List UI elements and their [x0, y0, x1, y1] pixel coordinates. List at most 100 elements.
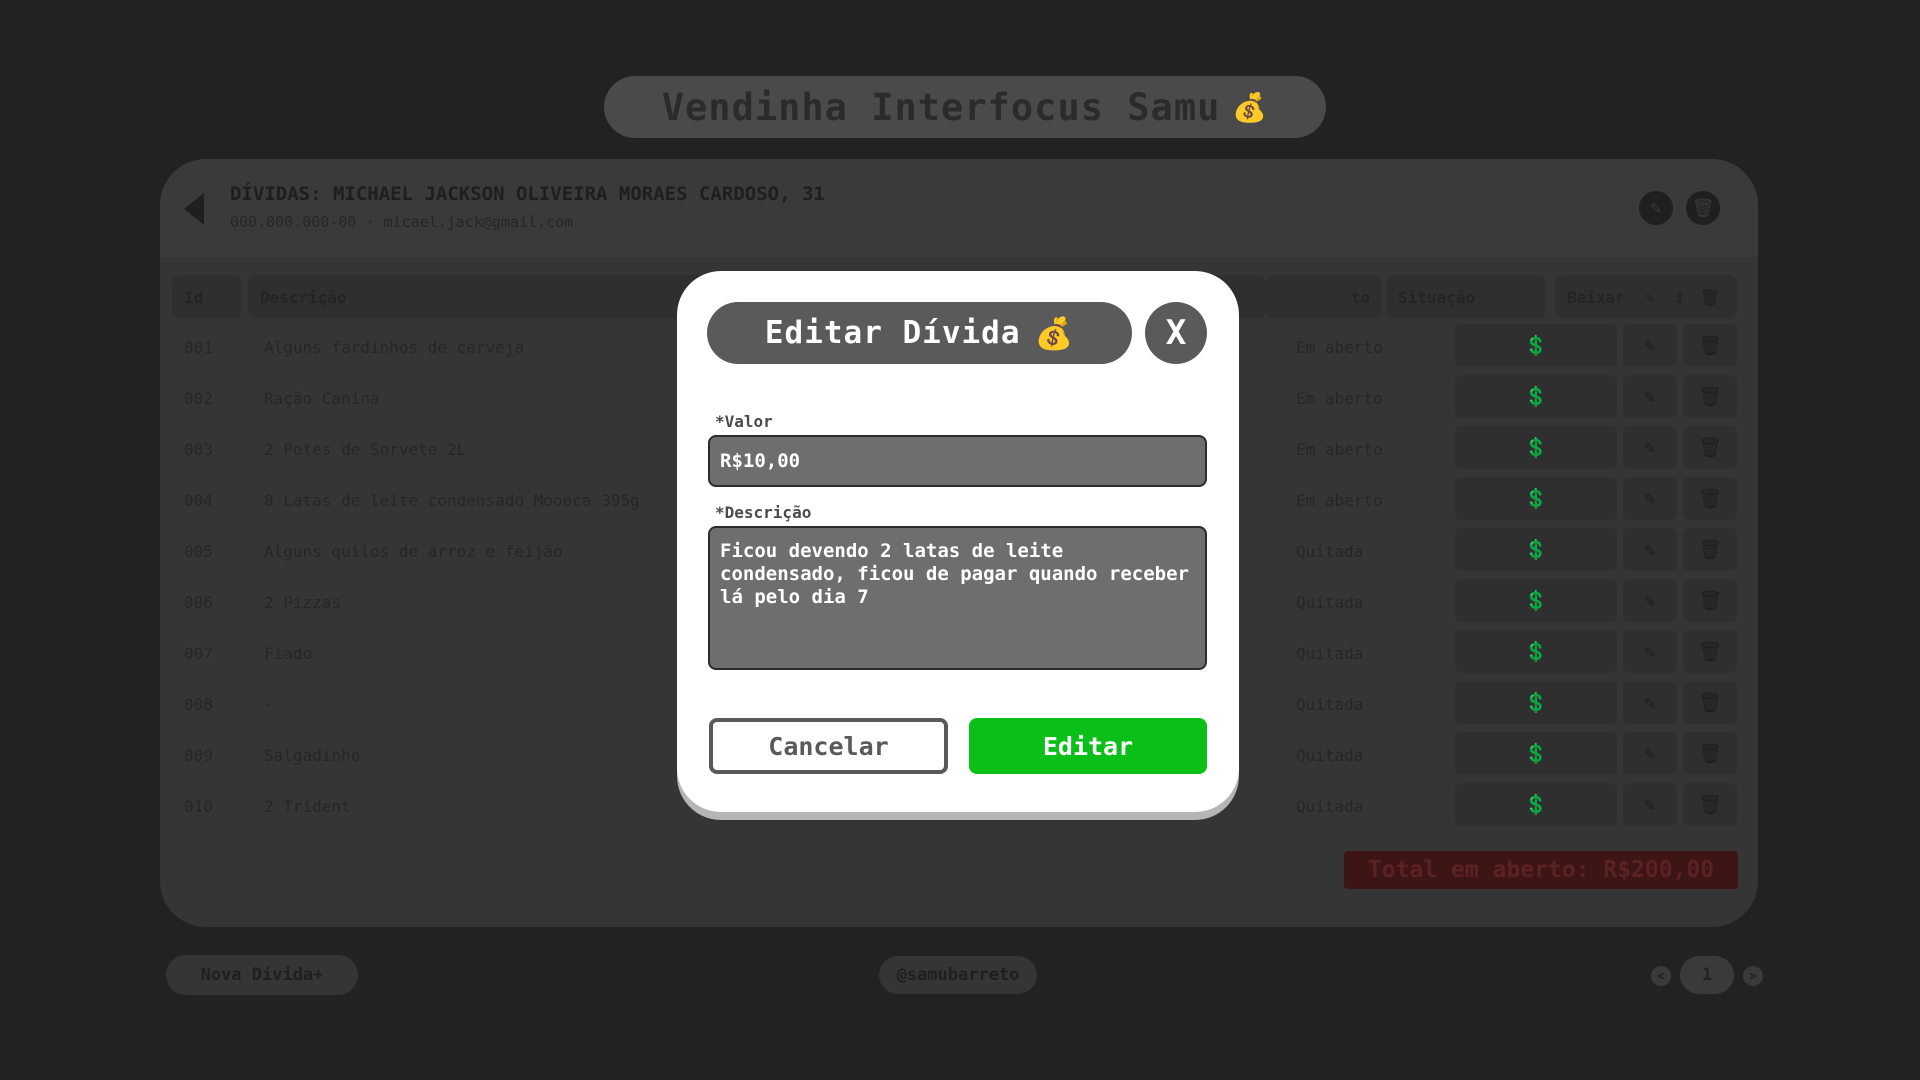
pencil-icon: ✎ [1645, 287, 1655, 307]
row-situacao: Quitada [1296, 593, 1364, 612]
pencil-icon: ✎ [1644, 691, 1656, 714]
header-situacao: Situação [1386, 275, 1546, 319]
descricao-textarea[interactable] [708, 526, 1207, 670]
pencil-icon: ✎ [1644, 538, 1656, 561]
prev-page-button[interactable]: < [1651, 966, 1671, 986]
row-id: 010 [184, 797, 213, 816]
pencil-icon: ✎ [1650, 197, 1662, 219]
delete-debt-button[interactable]: 🗑 [1683, 681, 1737, 724]
author-link[interactable]: @samubarreto [879, 956, 1037, 994]
delete-debt-button[interactable]: 🗑 [1683, 375, 1737, 418]
row-descricao: Salgadinho [264, 746, 361, 765]
app-title: Vendinha Interfocus Samu 💰 [604, 76, 1326, 138]
pay-debt-button[interactable]: 💲 [1455, 528, 1617, 571]
current-page: 1 [1680, 956, 1734, 994]
money-hand-icon: 💲 [1524, 488, 1548, 510]
header-delete: 🗑 [1683, 275, 1737, 319]
row-id: 002 [184, 389, 213, 408]
edit-debt-button[interactable]: ✎ [1623, 681, 1677, 724]
edit-client-button[interactable]: ✎ [1639, 191, 1673, 225]
row-descricao: Alguns quilos de arroz e feijão [264, 542, 563, 561]
edit-debt-button[interactable]: ✎ [1623, 477, 1677, 520]
cancel-button[interactable]: Cancelar [709, 718, 948, 774]
delete-client-button[interactable]: 🗑 [1686, 191, 1720, 225]
pay-debt-button[interactable]: 💲 [1455, 477, 1617, 520]
app-title-text: Vendinha Interfocus Samu [661, 85, 1221, 129]
row-situacao: Quitada [1296, 746, 1364, 765]
delete-debt-button[interactable]: 🗑 [1683, 426, 1737, 469]
new-debt-button[interactable]: Nova Dívida+ [166, 955, 358, 995]
valor-input[interactable] [708, 435, 1207, 487]
row-situacao: Quitada [1296, 644, 1364, 663]
pay-debt-button[interactable]: 💲 [1455, 579, 1617, 622]
trash-icon: 🗑 [1697, 743, 1723, 765]
pencil-icon: ✎ [1644, 742, 1656, 765]
row-id: 005 [184, 542, 213, 561]
row-descricao: 8 Latas de leite condensado Moooca 395g [264, 491, 640, 510]
trash-icon: 🗑 [1697, 437, 1723, 459]
pay-debt-button[interactable]: 💲 [1455, 630, 1617, 673]
edit-debt-button[interactable]: ✎ [1623, 630, 1677, 673]
edit-debt-button[interactable]: ✎ [1623, 783, 1677, 826]
close-modal-button[interactable]: X [1145, 302, 1207, 364]
delete-debt-button[interactable]: 🗑 [1683, 732, 1737, 775]
edit-debt-button[interactable]: ✎ [1623, 732, 1677, 775]
money-hand-icon: 💲 [1524, 641, 1548, 663]
money-hand-icon: 💲 [1524, 386, 1548, 408]
money-hand-icon: 💲 [1524, 437, 1548, 459]
pay-debt-button[interactable]: 💲 [1455, 681, 1617, 724]
money-hand-icon: 💲 [1524, 692, 1548, 714]
delete-debt-button[interactable]: 🗑 [1683, 324, 1737, 367]
row-id: 004 [184, 491, 213, 510]
total-open-badge: Total em aberto: R$200,00 [1344, 851, 1738, 889]
edit-submit-button[interactable]: Editar [969, 718, 1207, 774]
trash-icon: 🗑 [1691, 197, 1715, 219]
back-arrow-icon[interactable] [184, 193, 204, 225]
modal-title: Editar Dívida 💰 [707, 302, 1132, 364]
edit-debt-button[interactable]: ✎ [1623, 426, 1677, 469]
header-pagamento: to [1266, 275, 1382, 319]
edit-debt-button[interactable]: ✎ [1623, 528, 1677, 571]
delete-debt-button[interactable]: 🗑 [1683, 783, 1737, 826]
pay-debt-button[interactable]: 💲 [1455, 426, 1617, 469]
pay-debt-button[interactable]: 💲 [1455, 783, 1617, 826]
edit-debt-button[interactable]: ✎ [1623, 324, 1677, 367]
delete-debt-button[interactable]: 🗑 [1683, 579, 1737, 622]
pay-debt-button[interactable]: 💲 [1455, 732, 1617, 775]
delete-debt-button[interactable]: 🗑 [1683, 477, 1737, 520]
row-id: 007 [184, 644, 213, 663]
trash-icon: 🗑 [1697, 692, 1723, 714]
pencil-icon: ✎ [1644, 589, 1656, 612]
row-descricao: Ração Canina [264, 389, 380, 408]
next-page-button[interactable]: > [1743, 966, 1763, 986]
pay-debt-button[interactable]: 💲 [1455, 375, 1617, 418]
edit-debt-button[interactable]: ✎ [1623, 375, 1677, 418]
pay-debt-button[interactable]: 💲 [1455, 324, 1617, 367]
row-id: 003 [184, 440, 213, 459]
trash-icon: 🗑 [1697, 641, 1723, 663]
descricao-label: *Descrição [715, 503, 812, 522]
row-descricao: 2 Pizzas [264, 593, 342, 612]
client-header: DÍVIDAS: MICHAEL JACKSON OLIVEIRA MORAES… [160, 159, 1758, 257]
trash-icon: 🗑 [1697, 386, 1723, 408]
row-situacao: Em aberto [1296, 389, 1383, 408]
row-descricao: 2 Potes de Sorvete 2L [264, 440, 467, 459]
money-hand-icon: 💲 [1524, 794, 1548, 816]
row-situacao: Em aberto [1296, 491, 1383, 510]
money-hand-icon: 💲 [1524, 335, 1548, 357]
trash-icon: 🗑 [1699, 287, 1721, 307]
money-bag-icon: 💰 [1232, 90, 1269, 124]
pencil-icon: ✎ [1644, 640, 1656, 663]
edit-debt-button[interactable]: ✎ [1623, 579, 1677, 622]
edit-debt-modal: Editar Dívida 💰 X *Valor *Descrição Canc… [677, 271, 1239, 812]
money-bag-icon: 💰 [1034, 315, 1075, 352]
row-situacao: Quitada [1296, 797, 1364, 816]
header-id: Id [172, 275, 242, 319]
trash-icon: 🗑 [1697, 590, 1723, 612]
row-descricao: Fiado [264, 644, 313, 663]
row-id: 008 [184, 695, 213, 714]
delete-debt-button[interactable]: 🗑 [1683, 528, 1737, 571]
trash-icon: 🗑 [1697, 794, 1723, 816]
row-situacao: Em aberto [1296, 440, 1383, 459]
delete-debt-button[interactable]: 🗑 [1683, 630, 1737, 673]
